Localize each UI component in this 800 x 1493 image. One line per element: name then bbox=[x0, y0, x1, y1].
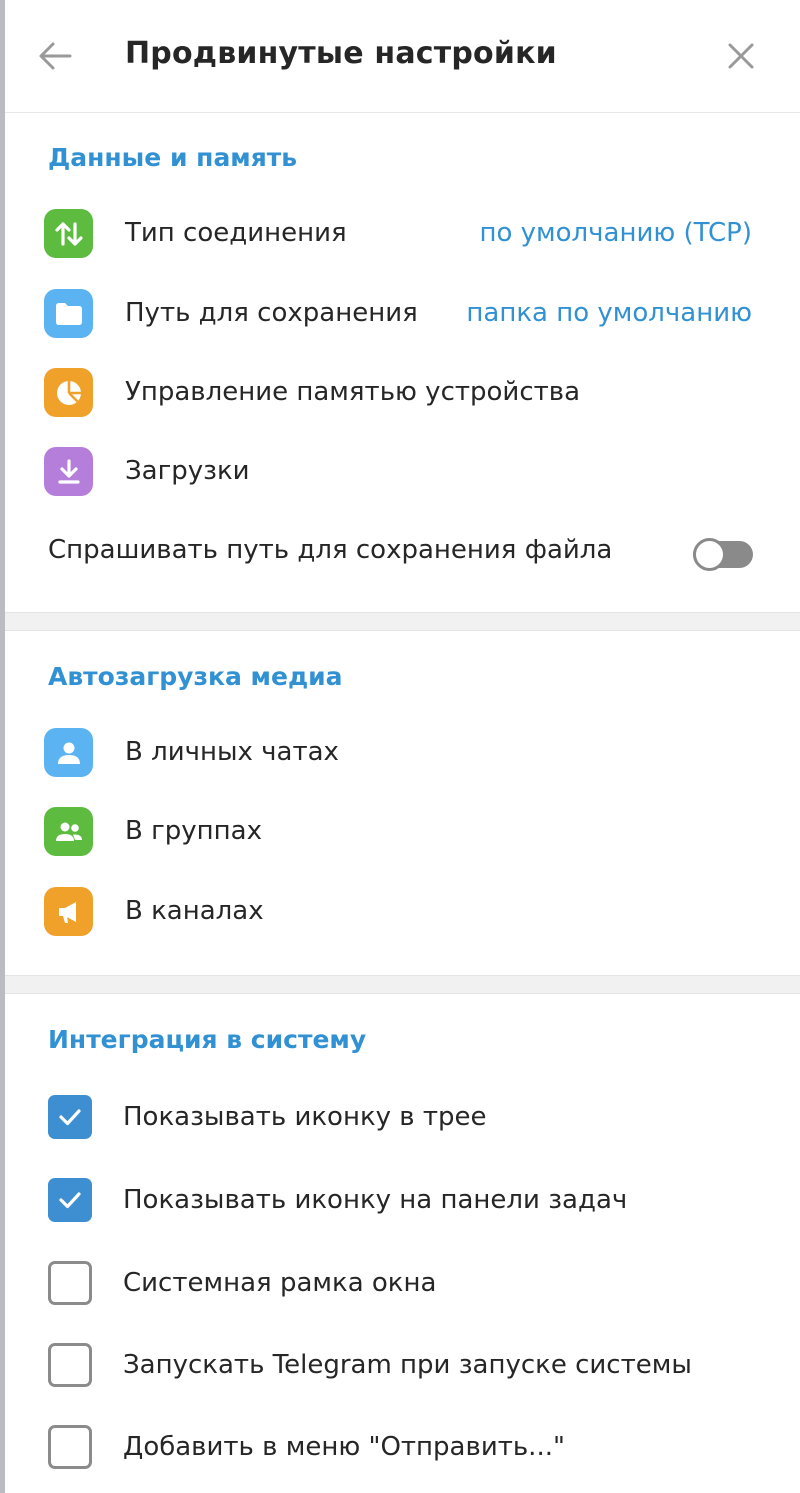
save-path-value: папка по умолчанию bbox=[466, 298, 752, 328]
pie-chart-icon bbox=[44, 368, 93, 417]
storage-management-label: Управление памятью устройства bbox=[125, 377, 581, 407]
arrow-left-icon bbox=[39, 42, 72, 70]
checkmark-icon bbox=[59, 1109, 81, 1126]
folder-icon bbox=[44, 289, 93, 338]
panel-header: Продвинутые настройки bbox=[5, 0, 800, 113]
autoload-groups-row[interactable]: В группах bbox=[5, 796, 800, 866]
megaphone-icon bbox=[44, 887, 93, 936]
close-button[interactable] bbox=[719, 34, 763, 78]
toggle-knob bbox=[693, 538, 726, 571]
option-taskbar-icon-row[interactable]: Показывать иконку на панели задач bbox=[5, 1165, 800, 1235]
tray-icon-checkbox[interactable] bbox=[48, 1095, 92, 1139]
connection-type-value: по умолчанию (TCP) bbox=[479, 218, 752, 248]
send-to-menu-checkbox[interactable] bbox=[48, 1425, 92, 1469]
autoload-private-row[interactable]: В личных чатах bbox=[5, 717, 800, 787]
section-title-system: Интеграция в систему bbox=[48, 1025, 367, 1054]
option-system-frame-row[interactable]: Системная рамка окна bbox=[5, 1248, 800, 1318]
autostart-label: Запускать Telegram при запуске системы bbox=[123, 1350, 692, 1380]
ask-save-path-label: Спрашивать путь для сохранения файла bbox=[48, 535, 613, 565]
group-icon bbox=[44, 807, 93, 856]
ask-save-path-row[interactable]: Спрашивать путь для сохранения файла bbox=[5, 515, 800, 585]
taskbar-icon-checkbox[interactable] bbox=[48, 1178, 92, 1222]
ask-save-path-toggle[interactable] bbox=[693, 538, 753, 571]
autoload-channels-label: В каналах bbox=[125, 896, 264, 926]
arrows-up-down-icon bbox=[44, 209, 93, 258]
system-frame-label: Системная рамка окна bbox=[123, 1268, 437, 1298]
section-divider bbox=[5, 612, 800, 631]
downloads-label: Загрузки bbox=[125, 456, 250, 486]
back-button[interactable] bbox=[33, 34, 77, 78]
download-icon bbox=[44, 447, 93, 496]
connection-type-row[interactable]: Тип соединения по умолчанию (TCP) bbox=[5, 198, 800, 268]
autoload-private-label: В личных чатах bbox=[125, 737, 339, 767]
settings-panel: Продвинутые настройки Данные и память Ти… bbox=[5, 0, 800, 1493]
section-title-autoload: Автозагрузка медиа bbox=[48, 662, 343, 691]
section-divider bbox=[5, 975, 800, 994]
connection-type-label: Тип соединения bbox=[125, 218, 347, 248]
option-tray-icon-row[interactable]: Показывать иконку в трее bbox=[5, 1082, 800, 1152]
autostart-checkbox[interactable] bbox=[48, 1343, 92, 1387]
tray-icon-label: Показывать иконку в трее bbox=[123, 1102, 487, 1132]
option-autostart-row[interactable]: Запускать Telegram при запуске системы bbox=[5, 1330, 800, 1400]
checkmark-icon bbox=[59, 1192, 81, 1209]
option-send-to-menu-row[interactable]: Добавить в меню "Отправить..." bbox=[5, 1412, 800, 1482]
save-path-row[interactable]: Путь для сохранения папка по умолчанию bbox=[5, 278, 800, 348]
save-path-label: Путь для сохранения bbox=[125, 298, 418, 328]
close-icon bbox=[728, 43, 754, 69]
system-frame-checkbox[interactable] bbox=[48, 1261, 92, 1305]
page-title: Продвинутые настройки bbox=[125, 36, 557, 71]
section-title-data-memory: Данные и память bbox=[48, 143, 298, 172]
storage-management-row[interactable]: Управление памятью устройства bbox=[5, 357, 800, 427]
autoload-channels-row[interactable]: В каналах bbox=[5, 876, 800, 946]
send-to-menu-label: Добавить в меню "Отправить..." bbox=[123, 1432, 565, 1462]
downloads-row[interactable]: Загрузки bbox=[5, 436, 800, 506]
taskbar-icon-label: Показывать иконку на панели задач bbox=[123, 1185, 628, 1215]
user-icon bbox=[44, 728, 93, 777]
autoload-groups-label: В группах bbox=[125, 816, 262, 846]
